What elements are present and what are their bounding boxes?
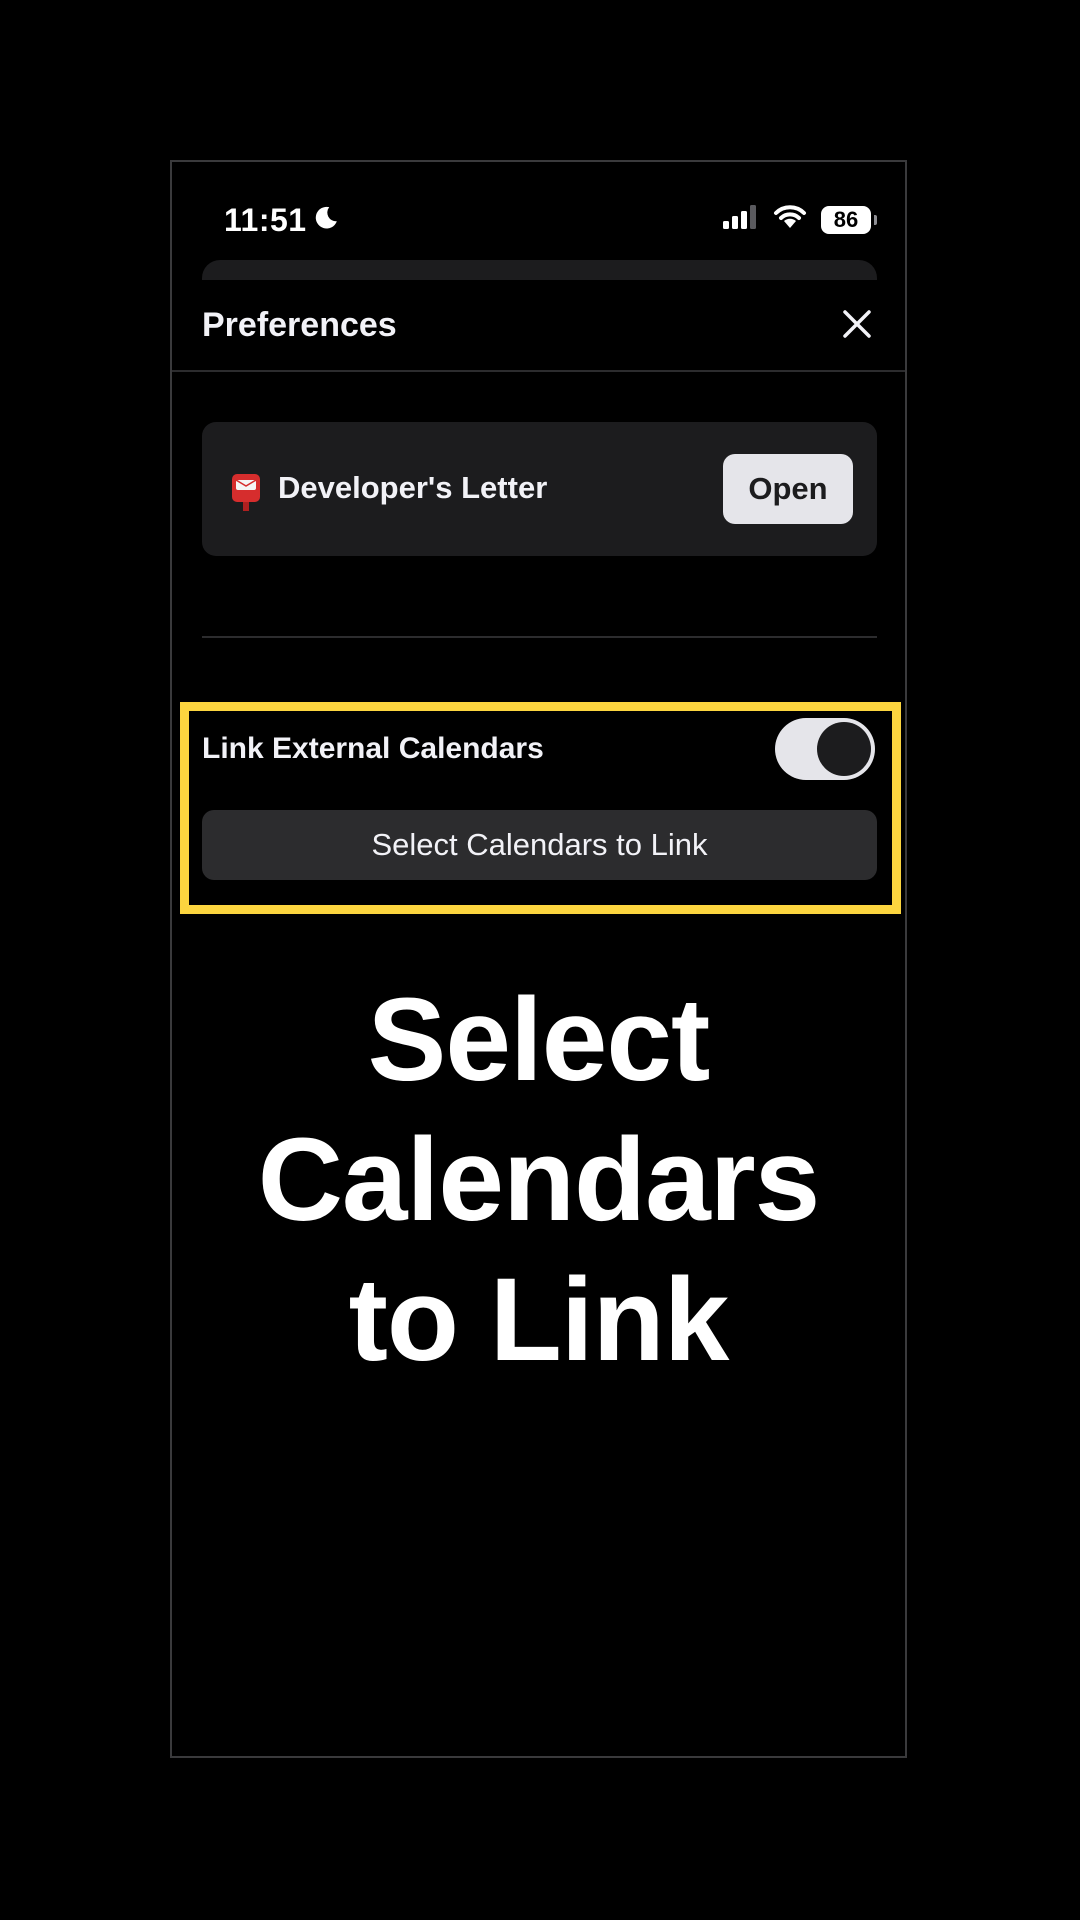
link-calendars-toggle[interactable] — [775, 718, 875, 780]
status-icons: 86 — [723, 204, 877, 235]
close-icon — [843, 310, 871, 338]
page-title: Preferences — [202, 306, 397, 344]
select-calendars-button[interactable]: Select Calendars to Link — [202, 810, 877, 880]
phone-screen: 11:51 86 Preferences Developer's Letter … — [170, 160, 907, 1758]
wifi-icon — [773, 204, 807, 235]
postbox-icon — [230, 472, 262, 512]
battery-icon: 86 — [821, 205, 877, 234]
toggle-knob — [817, 722, 871, 776]
close-button[interactable] — [839, 306, 875, 342]
section-divider — [202, 636, 877, 638]
open-button[interactable]: Open — [723, 454, 853, 524]
status-time-text: 11:51 — [224, 202, 307, 238]
signal-icon — [723, 205, 759, 234]
developer-letter-card: Developer's Letter Open — [202, 422, 877, 556]
link-external-calendars-label: Link External Calendars — [202, 732, 544, 765]
status-bar: 11:51 86 — [172, 162, 905, 262]
preferences-header: Preferences — [172, 280, 905, 372]
status-time: 11:51 — [224, 202, 339, 239]
sheet-peek — [202, 260, 877, 280]
developer-letter-label: Developer's Letter — [278, 470, 548, 505]
moon-icon — [313, 202, 339, 239]
tutorial-caption: Select Calendars to Link — [257, 974, 821, 1386]
